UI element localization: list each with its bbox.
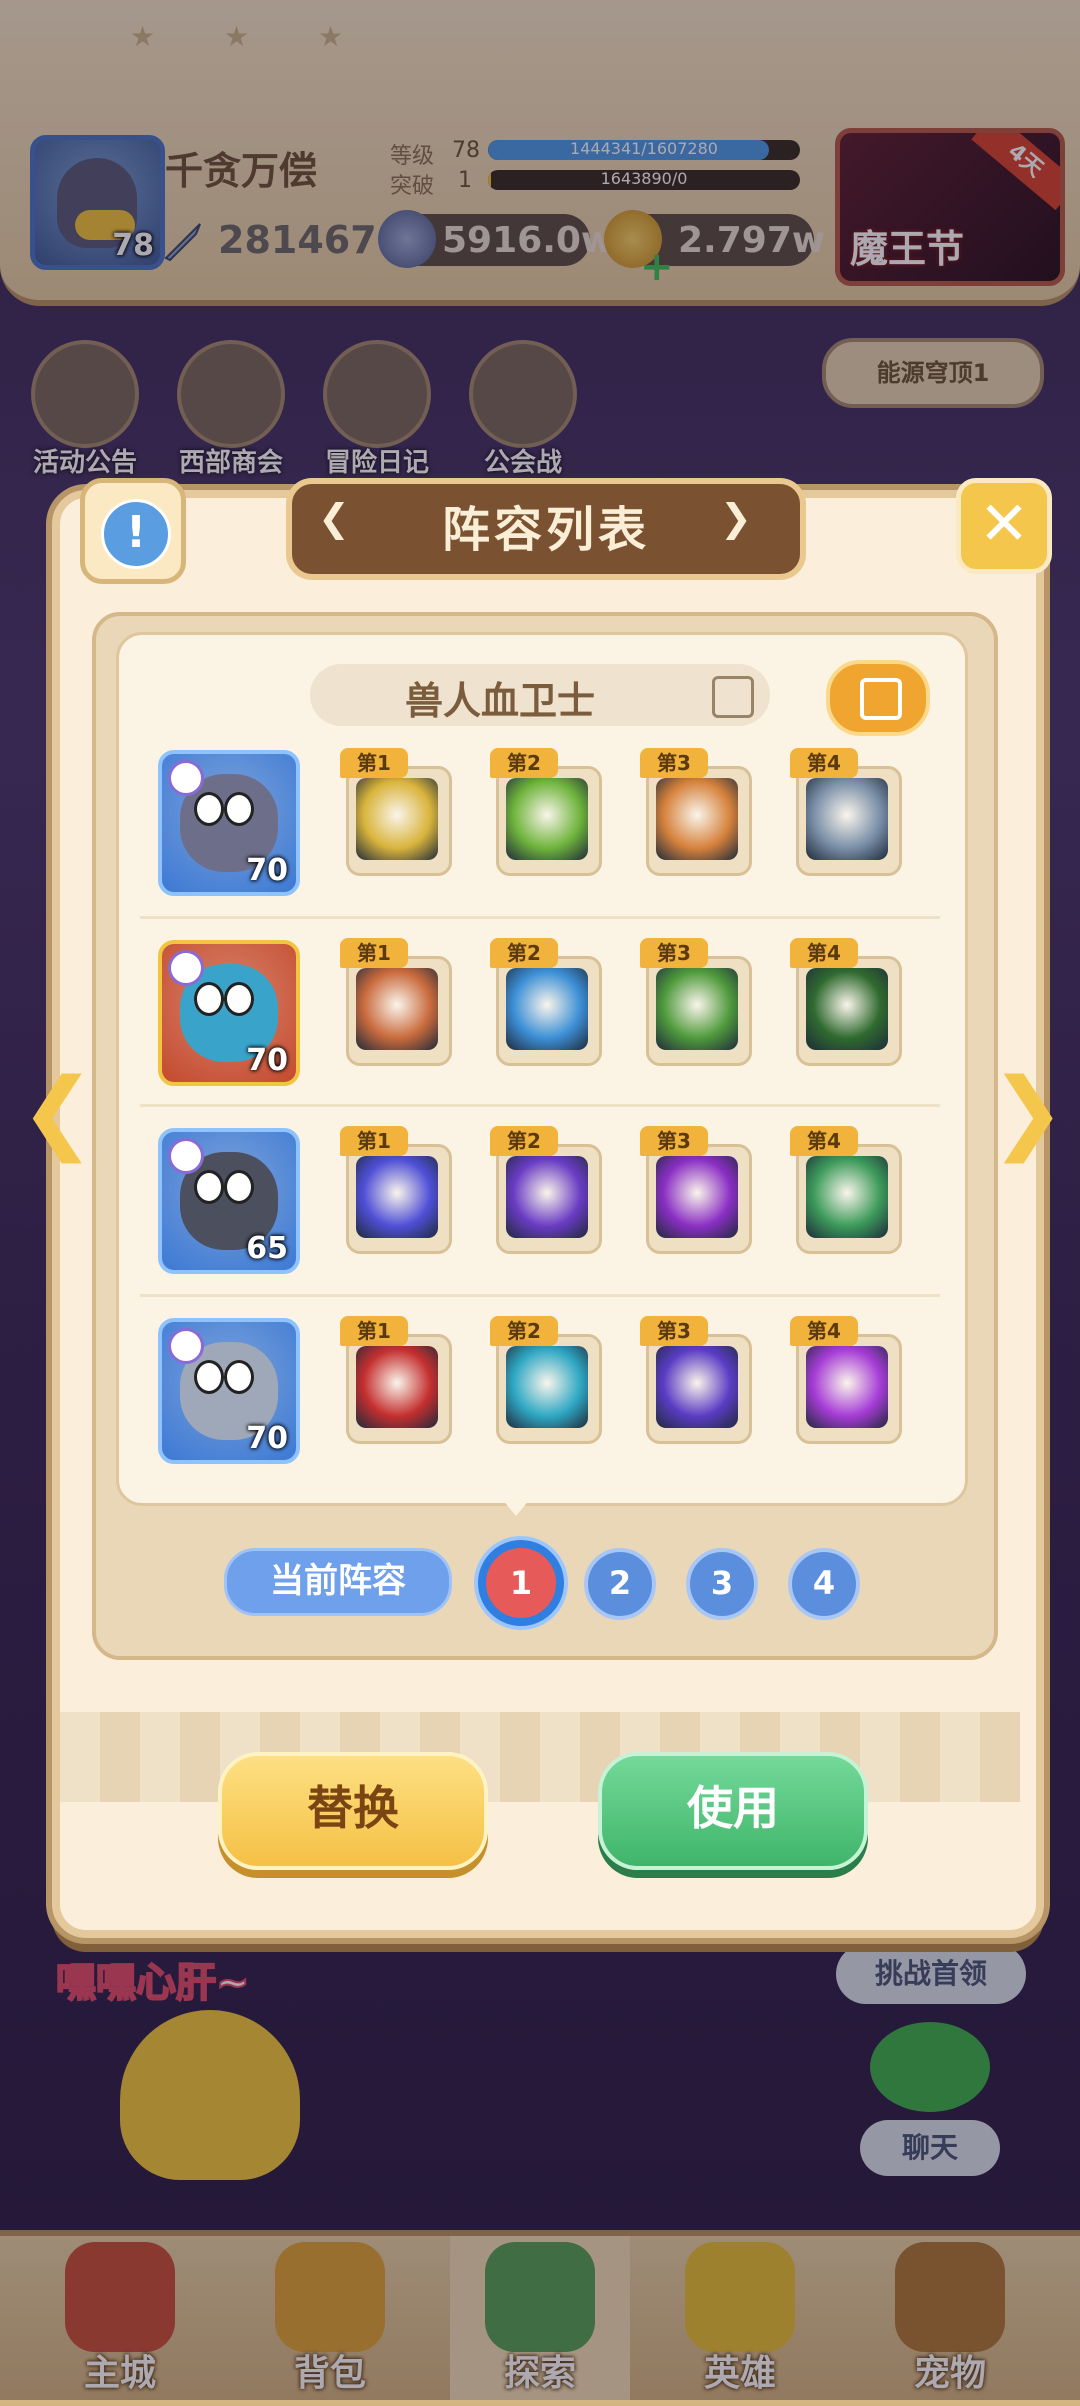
skill-slot[interactable]: 第1 — [340, 1126, 456, 1258]
prev-formation-arrow-icon[interactable]: ❮ — [20, 1067, 95, 1157]
skill-order-tag: 第3 — [640, 938, 708, 968]
skill-order-tag: 第1 — [340, 938, 408, 968]
hero-row: 70 第1 第2 第3 第4 — [130, 1294, 950, 1480]
skill-icon — [356, 778, 438, 860]
current-formation-label: 当前阵容 — [224, 1548, 452, 1616]
share-icon — [860, 678, 902, 720]
hero-portrait[interactable]: 70 — [158, 1318, 300, 1464]
skill-slot[interactable]: 第1 — [340, 938, 456, 1070]
skill-slot[interactable]: 第4 — [790, 748, 906, 880]
skill-icon — [356, 968, 438, 1050]
page-button-4[interactable]: 4 — [788, 1548, 860, 1620]
page-button-1[interactable]: 1 — [478, 1540, 564, 1626]
skill-slot[interactable]: 第3 — [640, 1126, 756, 1258]
skill-icon — [806, 1156, 888, 1238]
hero-row: 70 第1 第2 第3 第4 — [130, 742, 950, 912]
skill-order-tag: 第4 — [790, 938, 858, 968]
edit-name-icon[interactable] — [712, 676, 754, 718]
page-pointer — [498, 1494, 534, 1516]
skill-icon — [806, 968, 888, 1050]
skill-slot[interactable]: 第3 — [640, 938, 756, 1070]
skill-slot[interactable]: 第4 — [790, 938, 906, 1070]
hero-portrait[interactable]: 70 — [158, 750, 300, 896]
skill-order-tag: 第1 — [340, 1316, 408, 1346]
skill-order-tag: 第3 — [640, 748, 708, 778]
skill-icon — [806, 1346, 888, 1428]
skill-slot[interactable]: 第4 — [790, 1126, 906, 1258]
skill-slot[interactable]: 第2 — [490, 1126, 606, 1258]
close-button[interactable]: ✕ — [956, 478, 1052, 574]
row-divider — [140, 916, 940, 919]
hero-eye — [224, 792, 254, 826]
hero-portrait[interactable]: 70 — [158, 940, 300, 1086]
skill-slot[interactable]: 第2 — [490, 938, 606, 1070]
hero-eye — [194, 1170, 224, 1204]
skill-order-tag: 第2 — [490, 938, 558, 968]
skill-icon — [656, 778, 738, 860]
dialog-footer-pattern — [60, 1712, 1020, 1802]
skill-icon — [506, 968, 588, 1050]
skill-icon — [656, 968, 738, 1050]
skill-order-tag: 第4 — [790, 748, 858, 778]
info-button[interactable]: ! — [80, 478, 186, 584]
hero-level: 65 — [246, 1231, 288, 1266]
use-button[interactable]: 使用 — [598, 1752, 868, 1870]
skill-icon — [506, 778, 588, 860]
hero-eye — [224, 1170, 254, 1204]
skill-slot[interactable]: 第2 — [490, 748, 606, 880]
skill-slot[interactable]: 第1 — [340, 1316, 456, 1448]
skill-icon — [356, 1156, 438, 1238]
skill-slot[interactable]: 第1 — [340, 748, 456, 880]
hero-eye — [224, 1360, 254, 1394]
skill-icon — [506, 1156, 588, 1238]
skill-order-tag: 第2 — [490, 1316, 558, 1346]
skill-slot[interactable]: 第2 — [490, 1316, 606, 1448]
element-badge-icon — [168, 950, 204, 986]
row-divider — [140, 1294, 940, 1297]
skill-order-tag: 第3 — [640, 1126, 708, 1156]
hero-portrait[interactable]: 65 — [158, 1128, 300, 1274]
skill-slot[interactable]: 第3 — [640, 1316, 756, 1448]
skill-icon — [806, 778, 888, 860]
share-button[interactable] — [826, 660, 930, 736]
skill-order-tag: 第4 — [790, 1126, 858, 1156]
hero-level: 70 — [246, 1421, 288, 1456]
hero-row: 70 第1 第2 第3 第4 — [130, 916, 950, 1102]
hero-eye — [224, 982, 254, 1016]
skill-order-tag: 第2 — [490, 748, 558, 778]
hero-row: 65 第1 第2 第3 第4 — [130, 1104, 950, 1290]
element-badge-icon — [168, 1138, 204, 1174]
hero-eye — [194, 792, 224, 826]
row-divider — [140, 1104, 940, 1107]
page-button-2[interactable]: 2 — [584, 1548, 656, 1620]
hero-eye — [194, 1360, 224, 1394]
replace-button[interactable]: 替换 — [218, 1752, 488, 1870]
skill-order-tag: 第3 — [640, 1316, 708, 1346]
skill-icon — [656, 1156, 738, 1238]
skill-order-tag: 第4 — [790, 1316, 858, 1346]
element-badge-icon — [168, 1328, 204, 1364]
skill-icon — [656, 1346, 738, 1428]
hero-eye — [194, 982, 224, 1016]
dialog-title: 阵容列表 — [441, 502, 650, 558]
skill-slot[interactable]: 第4 — [790, 1316, 906, 1448]
formation-name: 兽人血卫士 — [404, 679, 595, 723]
next-formation-arrow-icon[interactable]: ❯ — [990, 1067, 1065, 1157]
skill-icon — [356, 1346, 438, 1428]
page-button-3[interactable]: 3 — [686, 1548, 758, 1620]
skill-icon — [506, 1346, 588, 1428]
element-badge-icon — [168, 760, 204, 796]
skill-order-tag: 第1 — [340, 748, 408, 778]
hero-level: 70 — [246, 853, 288, 888]
exclamation-icon: ! — [101, 499, 171, 569]
skill-order-tag: 第2 — [490, 1126, 558, 1156]
hero-level: 70 — [246, 1043, 288, 1078]
skill-order-tag: 第1 — [340, 1126, 408, 1156]
skill-slot[interactable]: 第3 — [640, 748, 756, 880]
